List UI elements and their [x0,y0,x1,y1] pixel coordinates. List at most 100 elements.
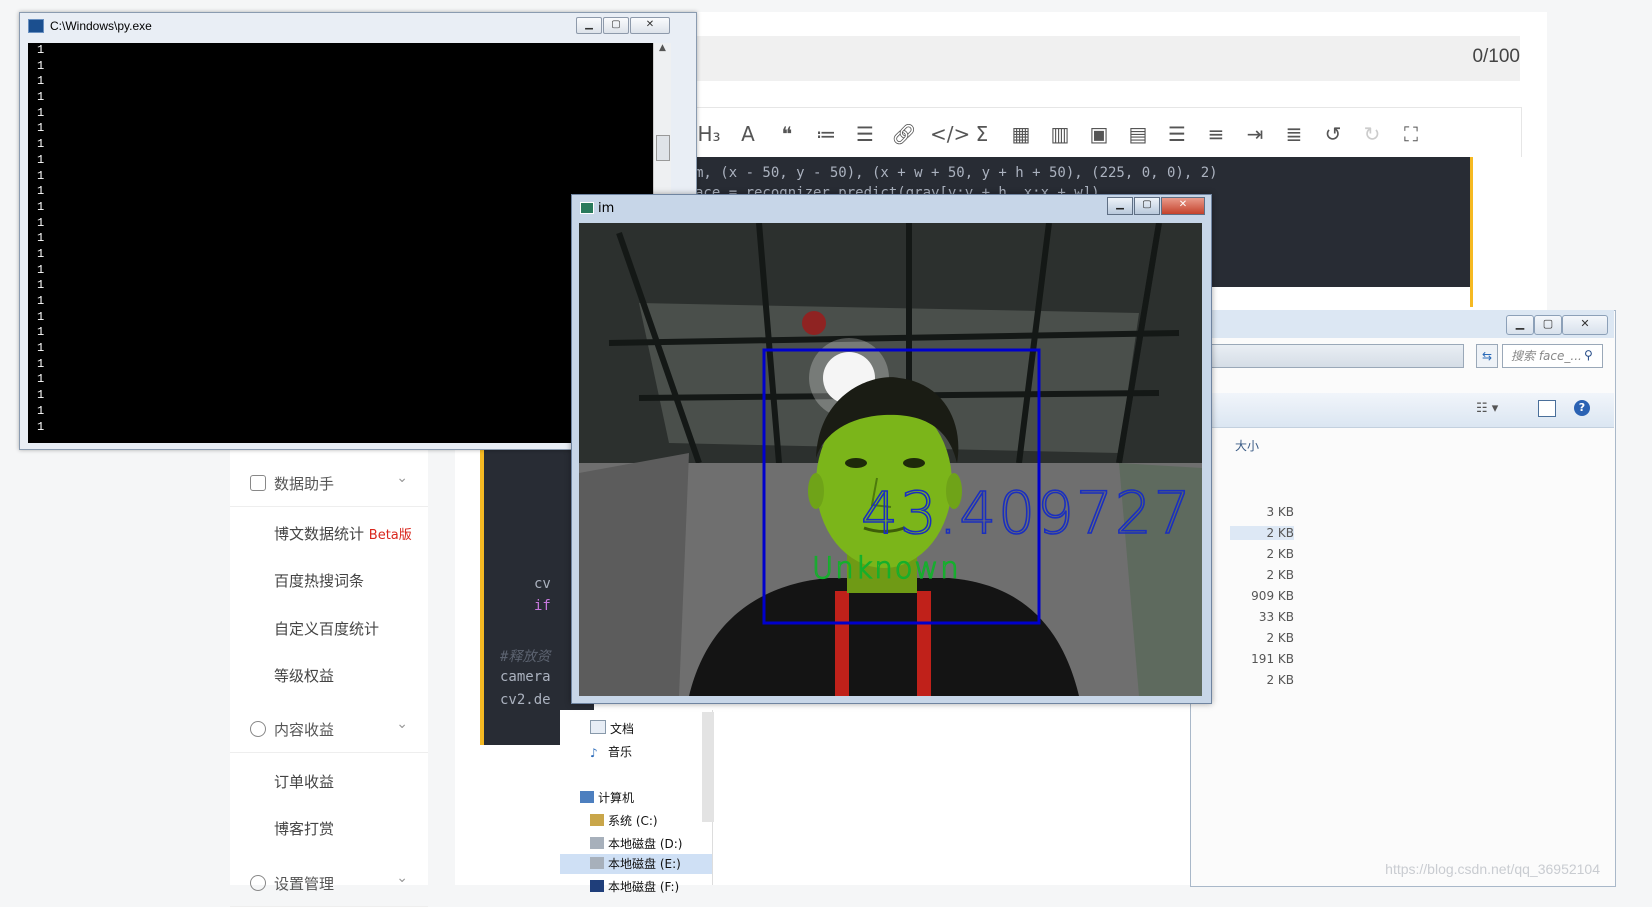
nav-item-drive-d[interactable]: 本地磁盘 (D:) [590,835,682,852]
sidebar-item-label: 博文数据统计 [274,525,365,543]
window-title: C:\Windows\py.exe [50,19,152,33]
maximize-button[interactable]: ▢ [1534,315,1562,335]
video-icon[interactable]: ▤ [1125,122,1151,146]
toc-icon[interactable]: ≡ [1203,122,1229,146]
maximize-button[interactable]: ▢ [1134,197,1160,215]
code-token: camera [500,669,551,685]
sidebar-section-data-helper[interactable]: 数据助手 ⌄ [230,458,428,507]
sidebar-section-label: 数据助手 [274,475,335,493]
file-size: 2 KB [1266,547,1294,561]
file-size: 2 KB [1230,526,1294,540]
nav-item-drive-c[interactable]: 系统 (C:) [590,812,658,829]
sidebar-item-blog-stats[interactable]: 博文数据统计 Beta版 [274,523,412,544]
chart-icon[interactable]: ▥ [1047,122,1073,146]
console-line: 1 [37,74,45,89]
nav-item-drive-e[interactable]: 本地磁盘 (E:) [560,854,712,874]
fullscreen-icon[interactable]: ⛶ [1398,122,1424,146]
close-button[interactable]: ✕ [1161,197,1205,215]
nav-item-music[interactable]: ♪ 音乐 [590,743,632,760]
console-line: 1 [37,356,45,371]
sidebar-item-order-income[interactable]: 订单收益 [274,771,334,792]
console-line: 1 [37,199,45,214]
explorer-titlebar: ▁ ▢ ✕ [1190,310,1614,338]
minimize-button[interactable]: ▁ [1107,197,1133,215]
console-line: 1 [37,325,45,340]
explorer-command-bar: ☷ ▾ ? [1190,393,1614,428]
heading-icon[interactable]: H₃ [696,122,722,146]
size-column-header[interactable]: 大小 [1235,437,1259,454]
link-icon[interactable]: 🔗︎ [891,122,917,146]
editor-scrollbar[interactable] [1470,157,1523,307]
code-line: m, (x - 50, y - 50), (x + w + 50, y + h … [695,165,1218,181]
editor-toolbar: H₃ A ❝ ≔ ☰ 🔗︎ </> Σ ▦ ▥ ▣ ▤ ☰ ≡ ⇥ ≣ ↺ ↻ … [690,107,1522,159]
console-line: 1 [37,90,45,105]
chevron-down-icon: ⌄ [396,470,408,486]
close-button[interactable]: ✕ [1562,315,1608,335]
sidebar-item-custom-baidu[interactable]: 自定义百度统计 [274,618,379,639]
nav-item-documents[interactable]: 文档 [590,720,634,737]
divider-icon[interactable]: ☰ [1164,122,1190,146]
chevron-down-icon: ⌄ [396,716,408,732]
font-color-icon[interactable]: A [735,122,761,146]
scroll-thumb[interactable] [656,135,670,161]
sum-icon[interactable]: Σ [969,122,995,146]
camera-window: im ▁ ▢ ✕ 43.409727 Unknown [571,194,1212,704]
window-title: im [598,201,615,216]
console-line: 1 [37,231,45,246]
window-controls: ▁ ▢ ✕ [575,16,670,34]
console-line: 1 [37,58,45,73]
console-line: 1 [37,341,45,356]
outdent-icon[interactable]: ≣ [1281,122,1307,146]
console-line: 1 [37,121,45,136]
console-line: 1 [37,262,45,277]
sidebar-section-settings[interactable]: 设置管理 ⌄ [230,858,428,907]
preview-pane-icon[interactable] [1538,400,1556,417]
console-output[interactable]: 1111111111111111111111111 [28,43,653,443]
close-button[interactable]: ✕ [630,17,670,34]
file-size: 2 KB [1266,631,1294,645]
lock-icon [250,721,266,737]
view-options-icon[interactable]: ☷ ▾ [1476,401,1498,416]
nav-scrollbar[interactable] [702,712,714,822]
file-size: 33 KB [1258,610,1294,624]
nav-item-drive-f[interactable]: 本地磁盘 (F:) [590,878,679,895]
indent-icon[interactable]: ⇥ [1242,122,1268,146]
address-bar[interactable] [1190,344,1464,368]
console-line: 1 [37,184,45,199]
sidebar-item-baidu-hot[interactable]: 百度热搜词条 [274,570,364,591]
file-size: 3 KB [1266,505,1294,519]
maximize-button[interactable]: ▢ [603,17,629,34]
sidebar-section-income[interactable]: 内容收益 ⌄ [230,704,428,753]
help-icon[interactable]: ? [1574,400,1590,416]
console-line: 1 [37,403,45,418]
minimize-button[interactable]: ▁ [1506,315,1534,335]
undo-icon[interactable]: ↺ [1320,122,1346,146]
computer-icon [580,791,594,803]
scroll-up-icon[interactable]: ▲ [654,43,671,53]
nav-item-computer[interactable]: 计算机 [580,789,634,806]
console-line: 1 [37,168,45,183]
search-icon[interactable]: ⚲ [1584,348,1593,362]
console-line: 1 [37,105,45,120]
redo-icon[interactable]: ↻ [1359,122,1385,146]
nav-item-label: 计算机 [598,791,635,805]
code-icon[interactable]: </> [930,122,970,146]
quote-icon[interactable]: ❝ [774,122,800,146]
sidebar-item-blog-reward[interactable]: 博客打赏 [274,818,334,839]
beta-badge: Beta版 [368,528,412,543]
article-title-field[interactable] [690,36,1520,81]
file-size: 191 KB [1251,652,1294,666]
sidebar-item-level-rights[interactable]: 等级权益 [274,665,334,686]
refresh-icon[interactable]: ⇆ [1476,344,1498,368]
console-line: 1 [37,372,45,387]
image-icon[interactable]: ▣ [1086,122,1112,146]
unordered-list-icon[interactable]: ☰ [852,122,878,146]
table-icon[interactable]: ▦ [1008,122,1034,146]
nav-item-label: 本地磁盘 (E:) [608,857,681,871]
minimize-button[interactable]: ▁ [576,17,602,34]
ordered-list-icon[interactable]: ≔ [813,122,839,146]
recognition-label: Unknown [812,551,961,585]
nav-item-label: 文档 [610,722,635,736]
console-line: 1 [37,215,45,230]
sidebar-section-label: 内容收益 [274,721,335,739]
